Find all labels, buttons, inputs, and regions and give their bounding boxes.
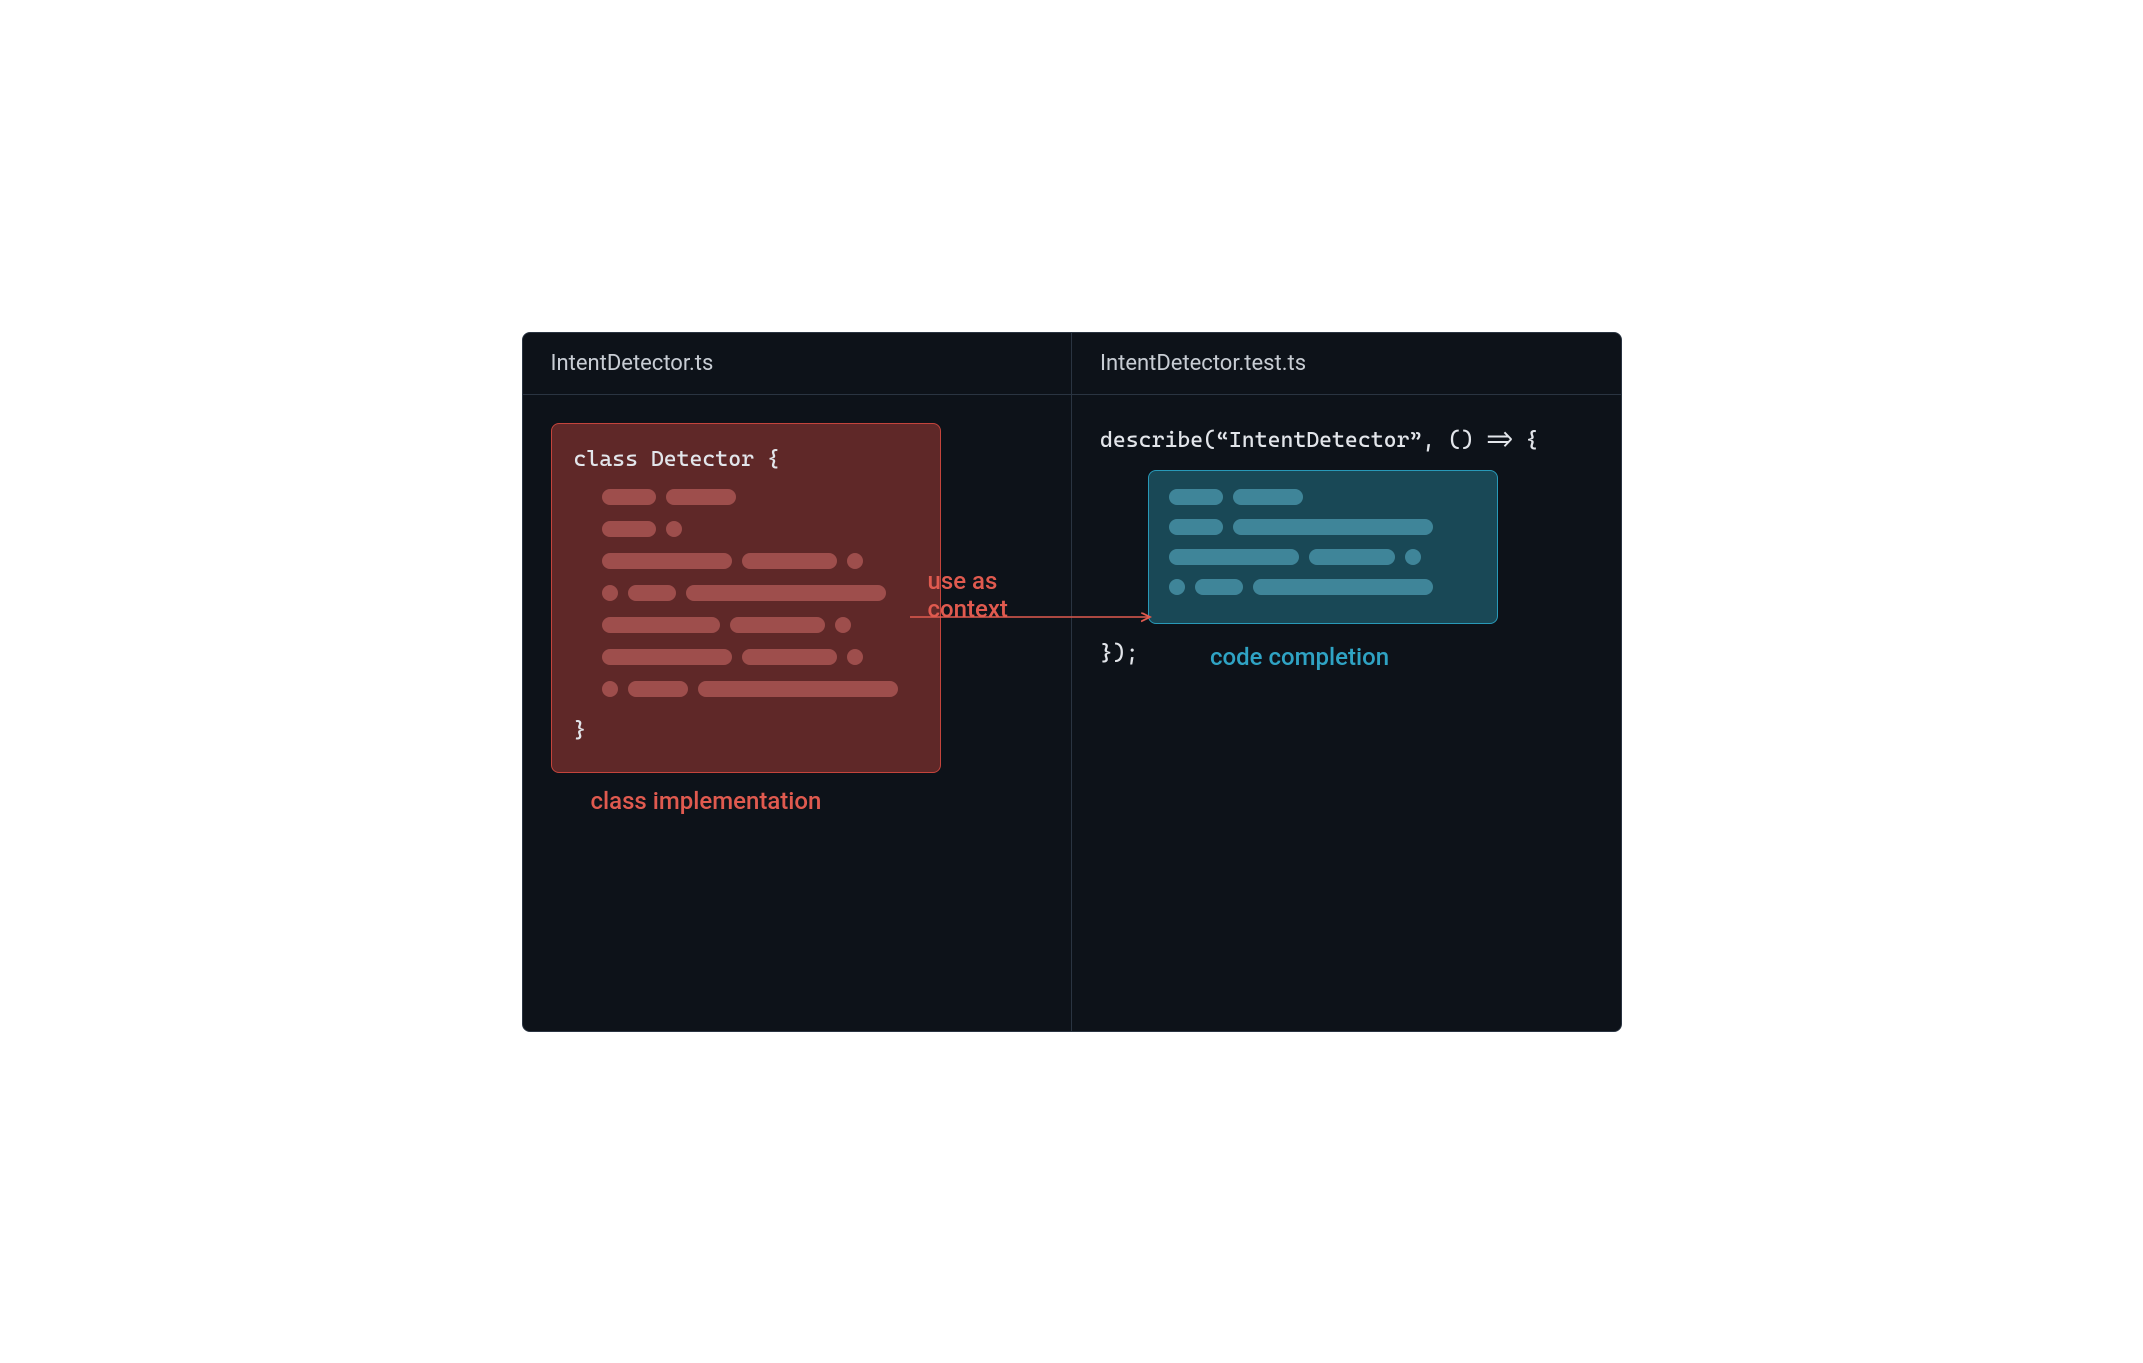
skeleton-pill <box>730 617 825 633</box>
skeleton-pill <box>1309 549 1395 565</box>
right-filename: IntentDetector.test.ts <box>1072 333 1621 395</box>
skeleton-pill <box>602 521 656 537</box>
skeleton-pill <box>666 489 736 505</box>
skeleton-row <box>1169 549 1477 565</box>
code-class-open: class Detector { <box>574 442 918 477</box>
skeleton-pill <box>742 553 837 569</box>
skeleton-row <box>602 553 918 569</box>
arrow-label: use as context <box>928 567 1072 623</box>
left-pane: IntentDetector.ts class Detector { <box>523 333 1073 1031</box>
class-implementation-box: class Detector { <box>551 423 941 773</box>
skeleton-dot <box>666 521 682 537</box>
skeleton-pill <box>1169 549 1299 565</box>
skeleton-pill <box>1233 489 1303 505</box>
code-class-close: } <box>574 713 918 748</box>
left-body: class Detector { <box>523 395 1072 843</box>
skeleton-dot <box>602 585 618 601</box>
skeleton-pill <box>742 649 837 665</box>
skeleton-pill <box>602 489 656 505</box>
skeleton-pill <box>1169 519 1223 535</box>
skeleton-dot <box>835 617 851 633</box>
skeleton-pill <box>628 681 688 697</box>
skeleton-row <box>602 489 918 505</box>
skeleton-dot <box>602 681 618 697</box>
skeleton-pill <box>602 617 720 633</box>
skeleton-row <box>1169 579 1477 595</box>
left-filename: IntentDetector.ts <box>523 333 1072 395</box>
skeleton-dot <box>1405 549 1421 565</box>
right-pane: IntentDetector.test.ts describe(“IntentD… <box>1072 333 1621 1031</box>
skeleton-row <box>602 649 918 665</box>
skeleton-pill <box>1233 519 1433 535</box>
red-skeleton <box>602 489 918 697</box>
teal-skeleton <box>1169 489 1477 595</box>
skeleton-dot <box>847 649 863 665</box>
right-body: describe(“IntentDetector”, () => { <box>1072 395 1621 699</box>
code-describe-open: describe(“IntentDetector”, () => { <box>1100 423 1593 458</box>
skeleton-row <box>1169 489 1477 505</box>
diagram-container: IntentDetector.ts class Detector { <box>522 332 1622 1032</box>
skeleton-pill <box>1169 489 1223 505</box>
skeleton-pill <box>1195 579 1243 595</box>
skeleton-pill <box>602 553 732 569</box>
skeleton-dot <box>847 553 863 569</box>
skeleton-dot <box>1169 579 1185 595</box>
code-completion-box <box>1148 470 1498 624</box>
code-completion-label: code completion <box>1210 643 1593 671</box>
skeleton-pill <box>1253 579 1433 595</box>
skeleton-pill <box>628 585 676 601</box>
skeleton-pill <box>686 585 886 601</box>
skeleton-row <box>602 617 918 633</box>
skeleton-pill <box>602 649 732 665</box>
class-implementation-label: class implementation <box>591 787 1044 815</box>
skeleton-row <box>602 585 918 601</box>
skeleton-pill <box>698 681 898 697</box>
skeleton-row <box>602 681 918 697</box>
skeleton-row <box>1169 519 1477 535</box>
skeleton-row <box>602 521 918 537</box>
